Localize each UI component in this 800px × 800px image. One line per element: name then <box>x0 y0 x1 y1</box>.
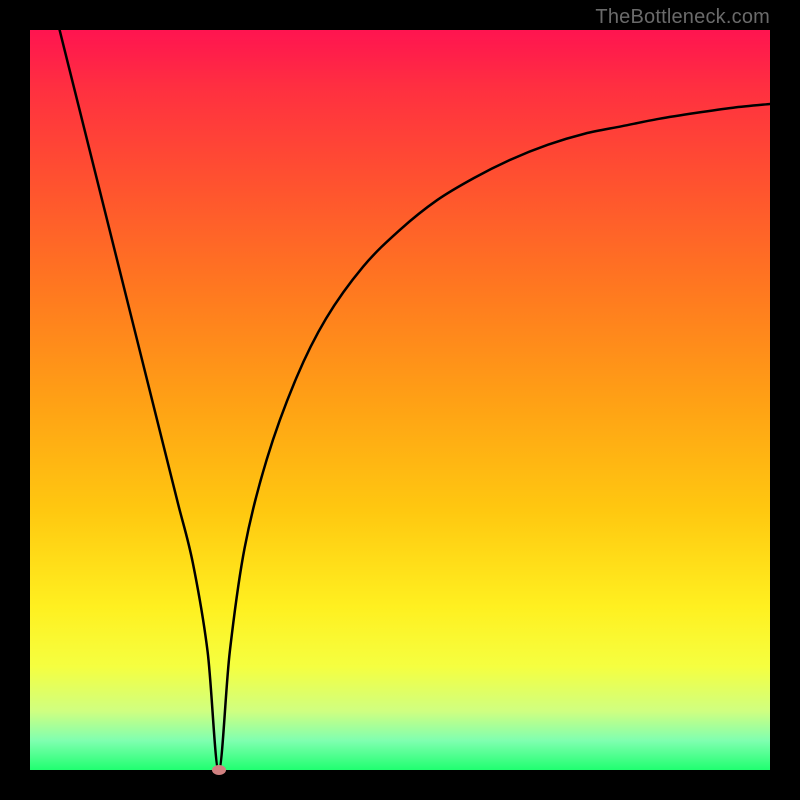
watermark-text: TheBottleneck.com <box>595 6 770 29</box>
bottleneck-curve <box>60 30 770 770</box>
chart-container: TheBottleneck.com <box>0 0 800 800</box>
minimum-marker <box>212 765 226 775</box>
curve-layer <box>30 30 770 770</box>
